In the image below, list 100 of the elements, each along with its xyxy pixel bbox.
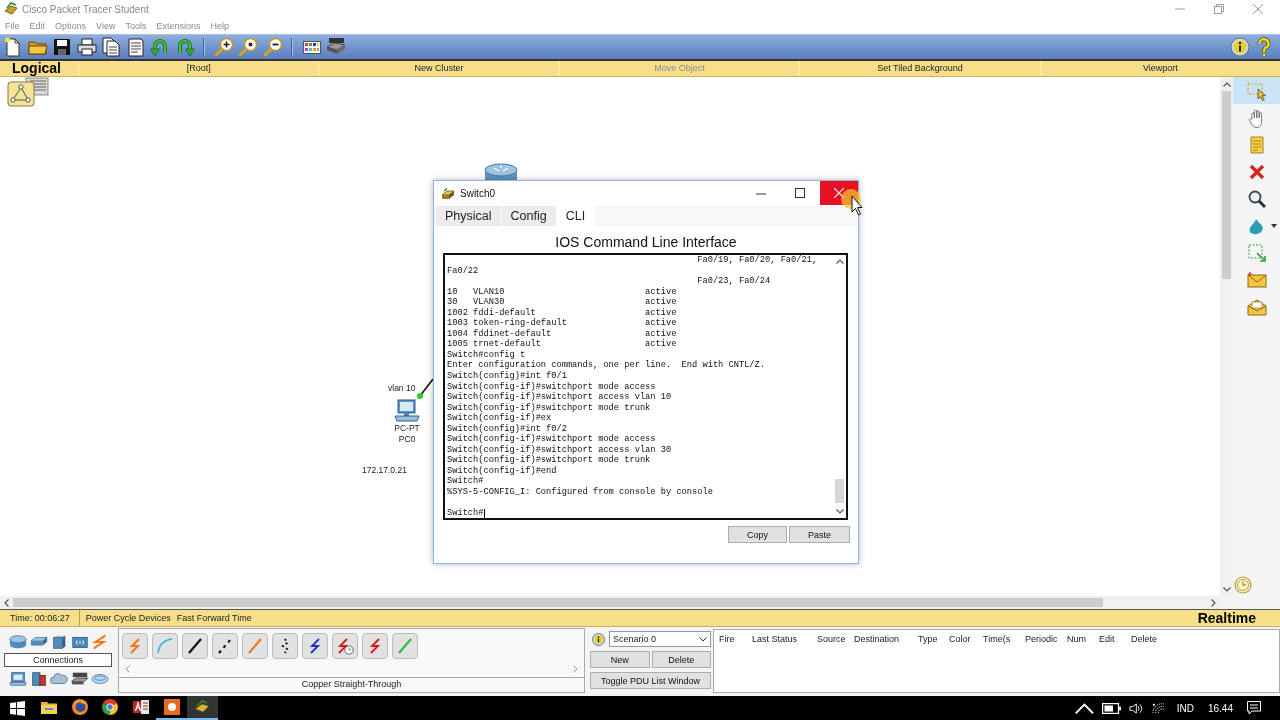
- maximize-icon[interactable]: [795, 188, 805, 198]
- menu-item[interactable]: File: [5, 21, 20, 31]
- lightning-icon[interactable]: [91, 634, 109, 650]
- column-header[interactable]: Time(s: [978, 634, 1020, 644]
- zoom-reset-icon[interactable]: [238, 37, 258, 57]
- globe-icon: [71, 699, 88, 715]
- fast-forward-button[interactable]: Fast Forward Time: [176, 613, 252, 623]
- language-indicator[interactable]: IND: [1176, 702, 1194, 714]
- speaker-icon[interactable]: [1129, 702, 1144, 714]
- save-icon[interactable]: [52, 37, 72, 57]
- tab[interactable]: CLI: [556, 206, 596, 226]
- battery-icon[interactable]: [1101, 702, 1122, 714]
- app-logo-icon: [4, 2, 18, 16]
- documents-icon[interactable]: [101, 37, 121, 57]
- close-icon: [834, 188, 844, 198]
- cable-type-button[interactable]: [182, 633, 208, 659]
- chevron-down-icon[interactable]: [1222, 587, 1231, 592]
- menu-item[interactable]: Options: [55, 21, 87, 31]
- info-icon[interactable]: [592, 632, 605, 646]
- window-title: Cisco Packet Tracer Student: [22, 3, 149, 15]
- column-header[interactable]: Destination: [849, 634, 913, 644]
- console-line: Switch(config-if)#switchport mode access: [447, 381, 657, 392]
- tab[interactable]: Physical: [436, 206, 502, 226]
- power-cycle-button[interactable]: Power Cycle Devices: [85, 613, 171, 623]
- menu-item[interactable]: View: [96, 21, 116, 31]
- clock-label[interactable]: 16.44: [1207, 702, 1233, 714]
- canvas-note[interactable]: vlan 10: [388, 383, 416, 393]
- column-header[interactable]: Fire: [714, 634, 747, 644]
- server-icon[interactable]: [29, 671, 48, 687]
- zoom-in-icon[interactable]: [213, 37, 234, 57]
- toggle-pdu-list-button[interactable]: Toggle PDU List Window: [590, 672, 711, 689]
- taskbar-button[interactable]: [156, 696, 187, 720]
- workspace-button[interactable]: Set Tiled Background: [799, 61, 1040, 76]
- canvas-note[interactable]: 172.17.0.21: [362, 465, 407, 475]
- zoom-out-icon[interactable]: [262, 37, 283, 57]
- column-header[interactable]: Last Status: [747, 634, 812, 644]
- column-header[interactable]: Color: [944, 634, 978, 644]
- envelope-icon: [1246, 269, 1267, 290]
- chevron-up-icon[interactable]: [1222, 82, 1231, 87]
- app-logo-icon: [441, 187, 455, 200]
- menu-item[interactable]: Help: [210, 21, 229, 31]
- windows-icon[interactable]: [10, 700, 25, 716]
- scrollbar-thumb[interactable]: [13, 598, 1103, 607]
- workspace-button[interactable]: New Cluster: [318, 61, 559, 76]
- wireless-device-icon[interactable]: [70, 634, 89, 650]
- delete-button[interactable]: Delete: [651, 651, 711, 668]
- router-icon[interactable]: [9, 634, 27, 650]
- notification-icon[interactable]: [1247, 701, 1261, 715]
- chevron-down-icon[interactable]: [835, 509, 844, 514]
- taskbar-button[interactable]: [186, 696, 218, 720]
- cable-type-button[interactable]: [302, 633, 328, 659]
- chevron-right-icon[interactable]: [1211, 598, 1216, 607]
- menu-item[interactable]: Extensions: [156, 21, 201, 31]
- computer-icon[interactable]: [394, 399, 420, 422]
- logical-tab[interactable]: Logical: [0, 61, 78, 76]
- chevron-up-icon[interactable]: [835, 259, 844, 264]
- document-icon[interactable]: [125, 37, 146, 57]
- cli-terminal[interactable]: [443, 253, 848, 520]
- column-header[interactable]: Source: [812, 634, 849, 644]
- copy-button[interactable]: Copy: [727, 526, 787, 543]
- chevron-left-icon[interactable]: [4, 598, 9, 607]
- column-header[interactable]: Delete: [1126, 634, 1246, 644]
- resize-icon: [1246, 242, 1267, 263]
- computer-icon[interactable]: [9, 671, 27, 687]
- wifi-icon[interactable]: [1151, 702, 1165, 714]
- column-header[interactable]: Type: [913, 634, 944, 644]
- device-icon[interactable]: [70, 671, 89, 687]
- restore-icon[interactable]: [1214, 4, 1224, 14]
- tab[interactable]: Config: [501, 206, 557, 226]
- scrollbar-thumb[interactable]: [835, 479, 844, 503]
- console-line: Fa0/22: [447, 265, 480, 277]
- vertical-scrollbar[interactable]: [1220, 77, 1233, 596]
- workspace-button[interactable]: Viewport: [1039, 61, 1280, 76]
- column-header[interactable]: Edit: [1094, 634, 1126, 644]
- info-icon[interactable]: [1229, 37, 1250, 57]
- realtime-tab[interactable]: Realtime: [1197, 610, 1256, 626]
- router-icon[interactable]: [484, 163, 518, 180]
- workspace-button[interactable]: [Root]: [78, 61, 319, 76]
- printer-icon[interactable]: [76, 37, 97, 57]
- column-header[interactable]: Num: [1062, 634, 1094, 644]
- scrollbar-thumb[interactable]: [1222, 91, 1231, 279]
- line-icon: [246, 637, 264, 655]
- menu-item[interactable]: Tools: [125, 21, 147, 31]
- close-icon[interactable]: [1253, 4, 1263, 14]
- column-header[interactable]: Periodic: [1020, 634, 1062, 644]
- status-dot-icon: [417, 393, 423, 399]
- new-file-icon[interactable]: [3, 37, 23, 57]
- hub-icon[interactable]: [50, 634, 68, 650]
- selection-icon: [1246, 80, 1267, 101]
- cloud-icon[interactable]: [50, 671, 68, 687]
- scenario-dropdown[interactable]: Scenario 0: [609, 631, 711, 647]
- line-icon: [186, 637, 204, 655]
- menu-item[interactable]: Edit: [29, 21, 46, 31]
- paste-button[interactable]: Paste: [789, 526, 850, 543]
- app-logo-icon: [194, 699, 211, 715]
- magnifier-icon: [1246, 188, 1267, 209]
- horizontal-scrollbar[interactable]: [0, 596, 1220, 609]
- new-button[interactable]: New: [590, 651, 650, 668]
- device-icon[interactable]: [326, 37, 346, 57]
- caret-icon: [699, 636, 707, 642]
